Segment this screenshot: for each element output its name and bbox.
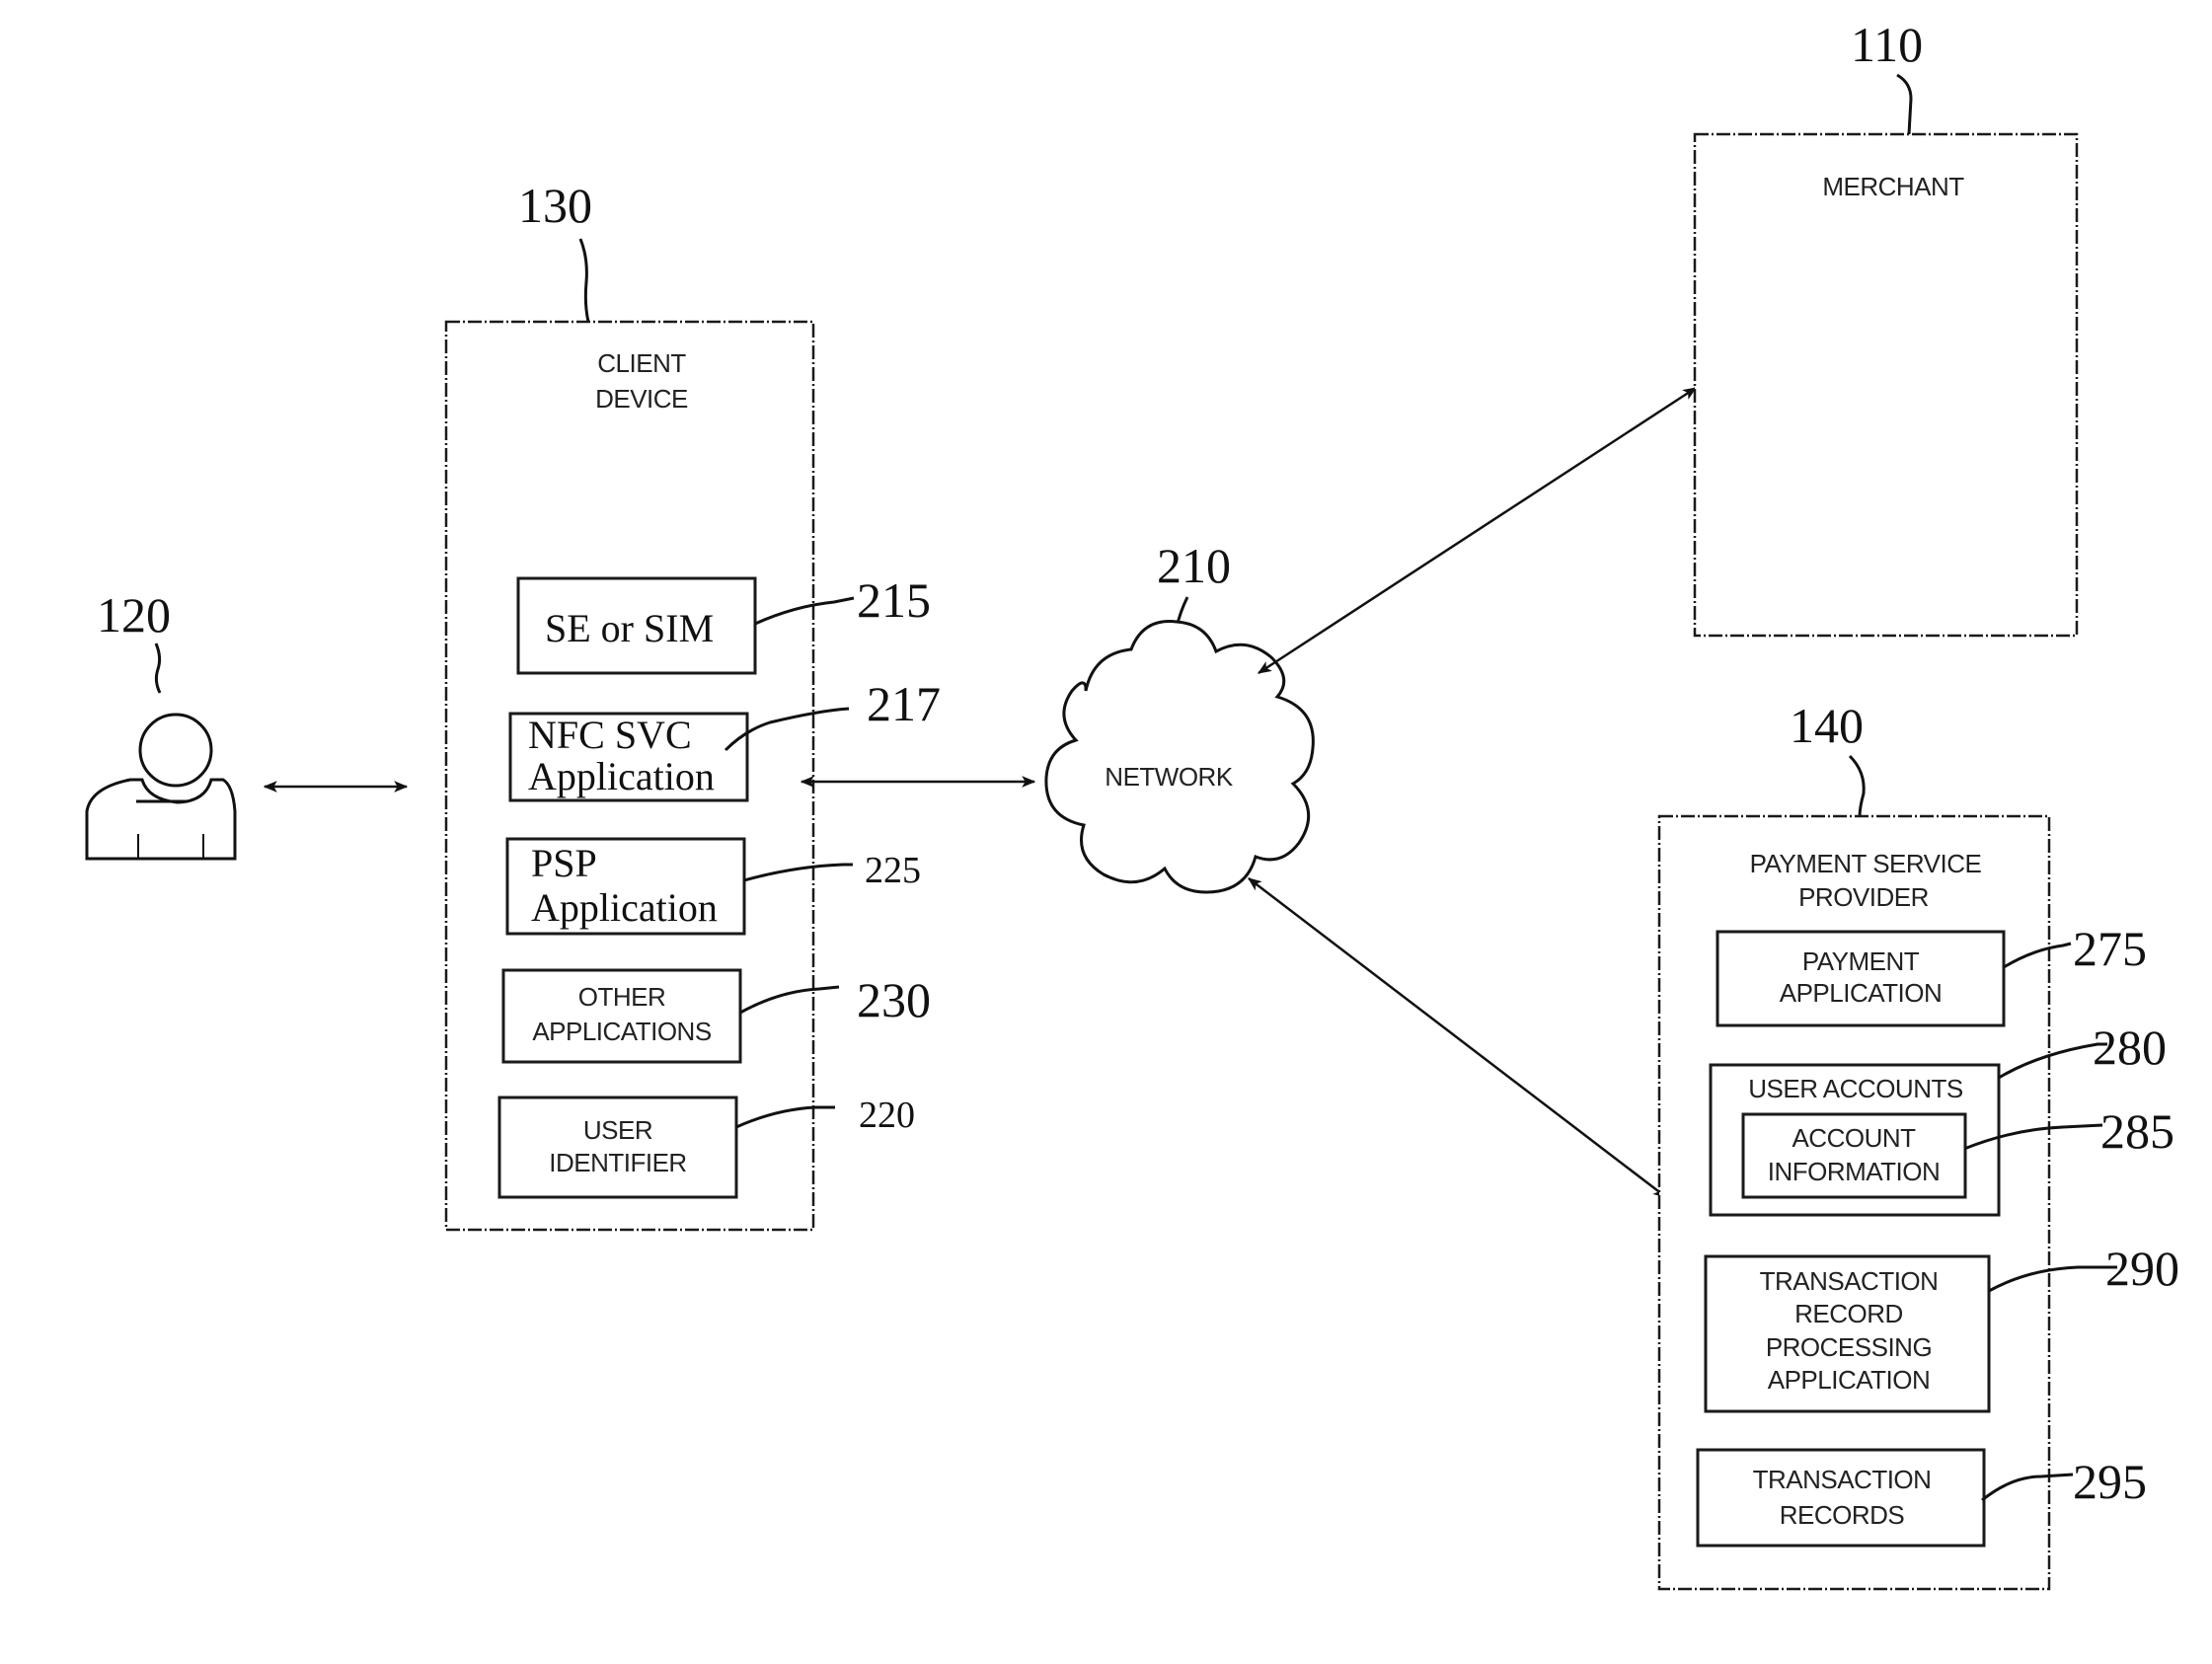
leader-140 bbox=[1848, 754, 1866, 818]
ref-label-210: 210 bbox=[1157, 538, 1231, 593]
component-label-line-2: RECORD bbox=[1794, 1299, 1903, 1328]
ref-label-110: 110 bbox=[1851, 17, 1923, 72]
ref-label-140: 140 bbox=[1790, 698, 1864, 753]
network-node: 210 NETWORK bbox=[1044, 538, 1315, 894]
ref-label-130: 130 bbox=[518, 178, 592, 233]
component-label-line-2: IDENTIFIER bbox=[549, 1148, 686, 1177]
ref-label-215: 215 bbox=[857, 572, 931, 628]
component-other-applications: OTHER APPLICATIONS 230 bbox=[501, 968, 931, 1064]
component-label-line-1: USER bbox=[583, 1115, 652, 1145]
component-se-or-sim: SE or SIM 215 bbox=[516, 572, 931, 675]
ref-label-120: 120 bbox=[97, 587, 171, 643]
ref-label-280: 280 bbox=[2093, 1020, 2167, 1075]
component-label-line-2: Application bbox=[528, 754, 715, 798]
component-label-line-1: PSP bbox=[531, 841, 597, 885]
component-label-line-1: PAYMENT bbox=[1802, 946, 1920, 976]
ref-label-220: 220 bbox=[859, 1095, 915, 1136]
component-account-information: ACCOUNT INFORMATION 285 bbox=[1741, 1103, 2174, 1199]
component-label-line-1: TRANSACTION bbox=[1760, 1266, 1939, 1296]
component-label: SE or SIM bbox=[545, 606, 714, 650]
person-icon bbox=[85, 713, 237, 861]
component-label-line-2: INFORMATION bbox=[1768, 1157, 1941, 1186]
merchant-node: 110 MERCHANT bbox=[1693, 17, 2079, 638]
merchant-box bbox=[1693, 132, 2079, 638]
psp-node: 140 PAYMENT SERVICE PROVIDER PAYMENT APP… bbox=[1657, 698, 2179, 1591]
component-label-line-1: NFC SVC bbox=[528, 713, 692, 757]
user-node: 120 bbox=[85, 587, 237, 861]
component-payment-application: PAYMENT APPLICATION 275 bbox=[1716, 921, 2147, 1027]
ref-label-217: 217 bbox=[867, 676, 941, 731]
component-label-line-1: TRANSACTION bbox=[1753, 1465, 1932, 1494]
component-psp-application: PSP Application 225 bbox=[505, 837, 921, 936]
component-user-identifier: USER IDENTIFIER 220 bbox=[497, 1095, 915, 1199]
psp-title-line-1: PAYMENT SERVICE bbox=[1750, 849, 1982, 878]
system-diagram: 120 130 CLIENT DEVICE SE or SIM 215 NFC … bbox=[85, 17, 2179, 1591]
client-device: 130 CLIENT DEVICE SE or SIM 215 NFC SVC … bbox=[444, 178, 941, 1232]
component-label-line-1: ACCOUNT bbox=[1792, 1123, 1916, 1153]
component-label: USER ACCOUNTS bbox=[1748, 1074, 1963, 1103]
component-label-line-3: PROCESSING bbox=[1766, 1332, 1932, 1362]
leader-120 bbox=[154, 643, 162, 694]
cloud-icon bbox=[1044, 620, 1315, 894]
component-label-line-4: APPLICATION bbox=[1768, 1365, 1931, 1395]
component-label-line-2: APPLICATIONS bbox=[532, 1017, 712, 1046]
connector-network-psp bbox=[1248, 877, 1667, 1198]
connector-network-merchant bbox=[1258, 386, 1697, 675]
leader-130 bbox=[578, 238, 590, 323]
ref-label-285: 285 bbox=[2100, 1103, 2174, 1159]
component-transaction-records: TRANSACTION RECORDS 295 bbox=[1696, 1448, 2147, 1548]
merchant-label: MERCHANT bbox=[1822, 172, 1964, 201]
component-label-line-1: OTHER bbox=[578, 982, 666, 1012]
ref-label-295: 295 bbox=[2073, 1454, 2147, 1509]
client-device-title-line-2: DEVICE bbox=[595, 384, 688, 414]
network-label: NETWORK bbox=[1105, 762, 1234, 792]
ref-label-275: 275 bbox=[2073, 921, 2147, 976]
ref-label-225: 225 bbox=[865, 850, 921, 891]
component-label-line-2: APPLICATION bbox=[1780, 978, 1943, 1008]
ref-label-230: 230 bbox=[857, 972, 931, 1027]
component-transaction-record-processing-application: TRANSACTION RECORD PROCESSING APPLICATIO… bbox=[1704, 1241, 2179, 1413]
client-device-title-line-1: CLIENT bbox=[597, 348, 686, 378]
psp-title-line-2: PROVIDER bbox=[1798, 882, 1929, 912]
ref-label-290: 290 bbox=[2105, 1241, 2179, 1296]
component-label-line-2: RECORDS bbox=[1780, 1500, 1905, 1530]
leader-110 bbox=[1896, 73, 1913, 135]
component-label-line-2: Application bbox=[531, 885, 718, 930]
